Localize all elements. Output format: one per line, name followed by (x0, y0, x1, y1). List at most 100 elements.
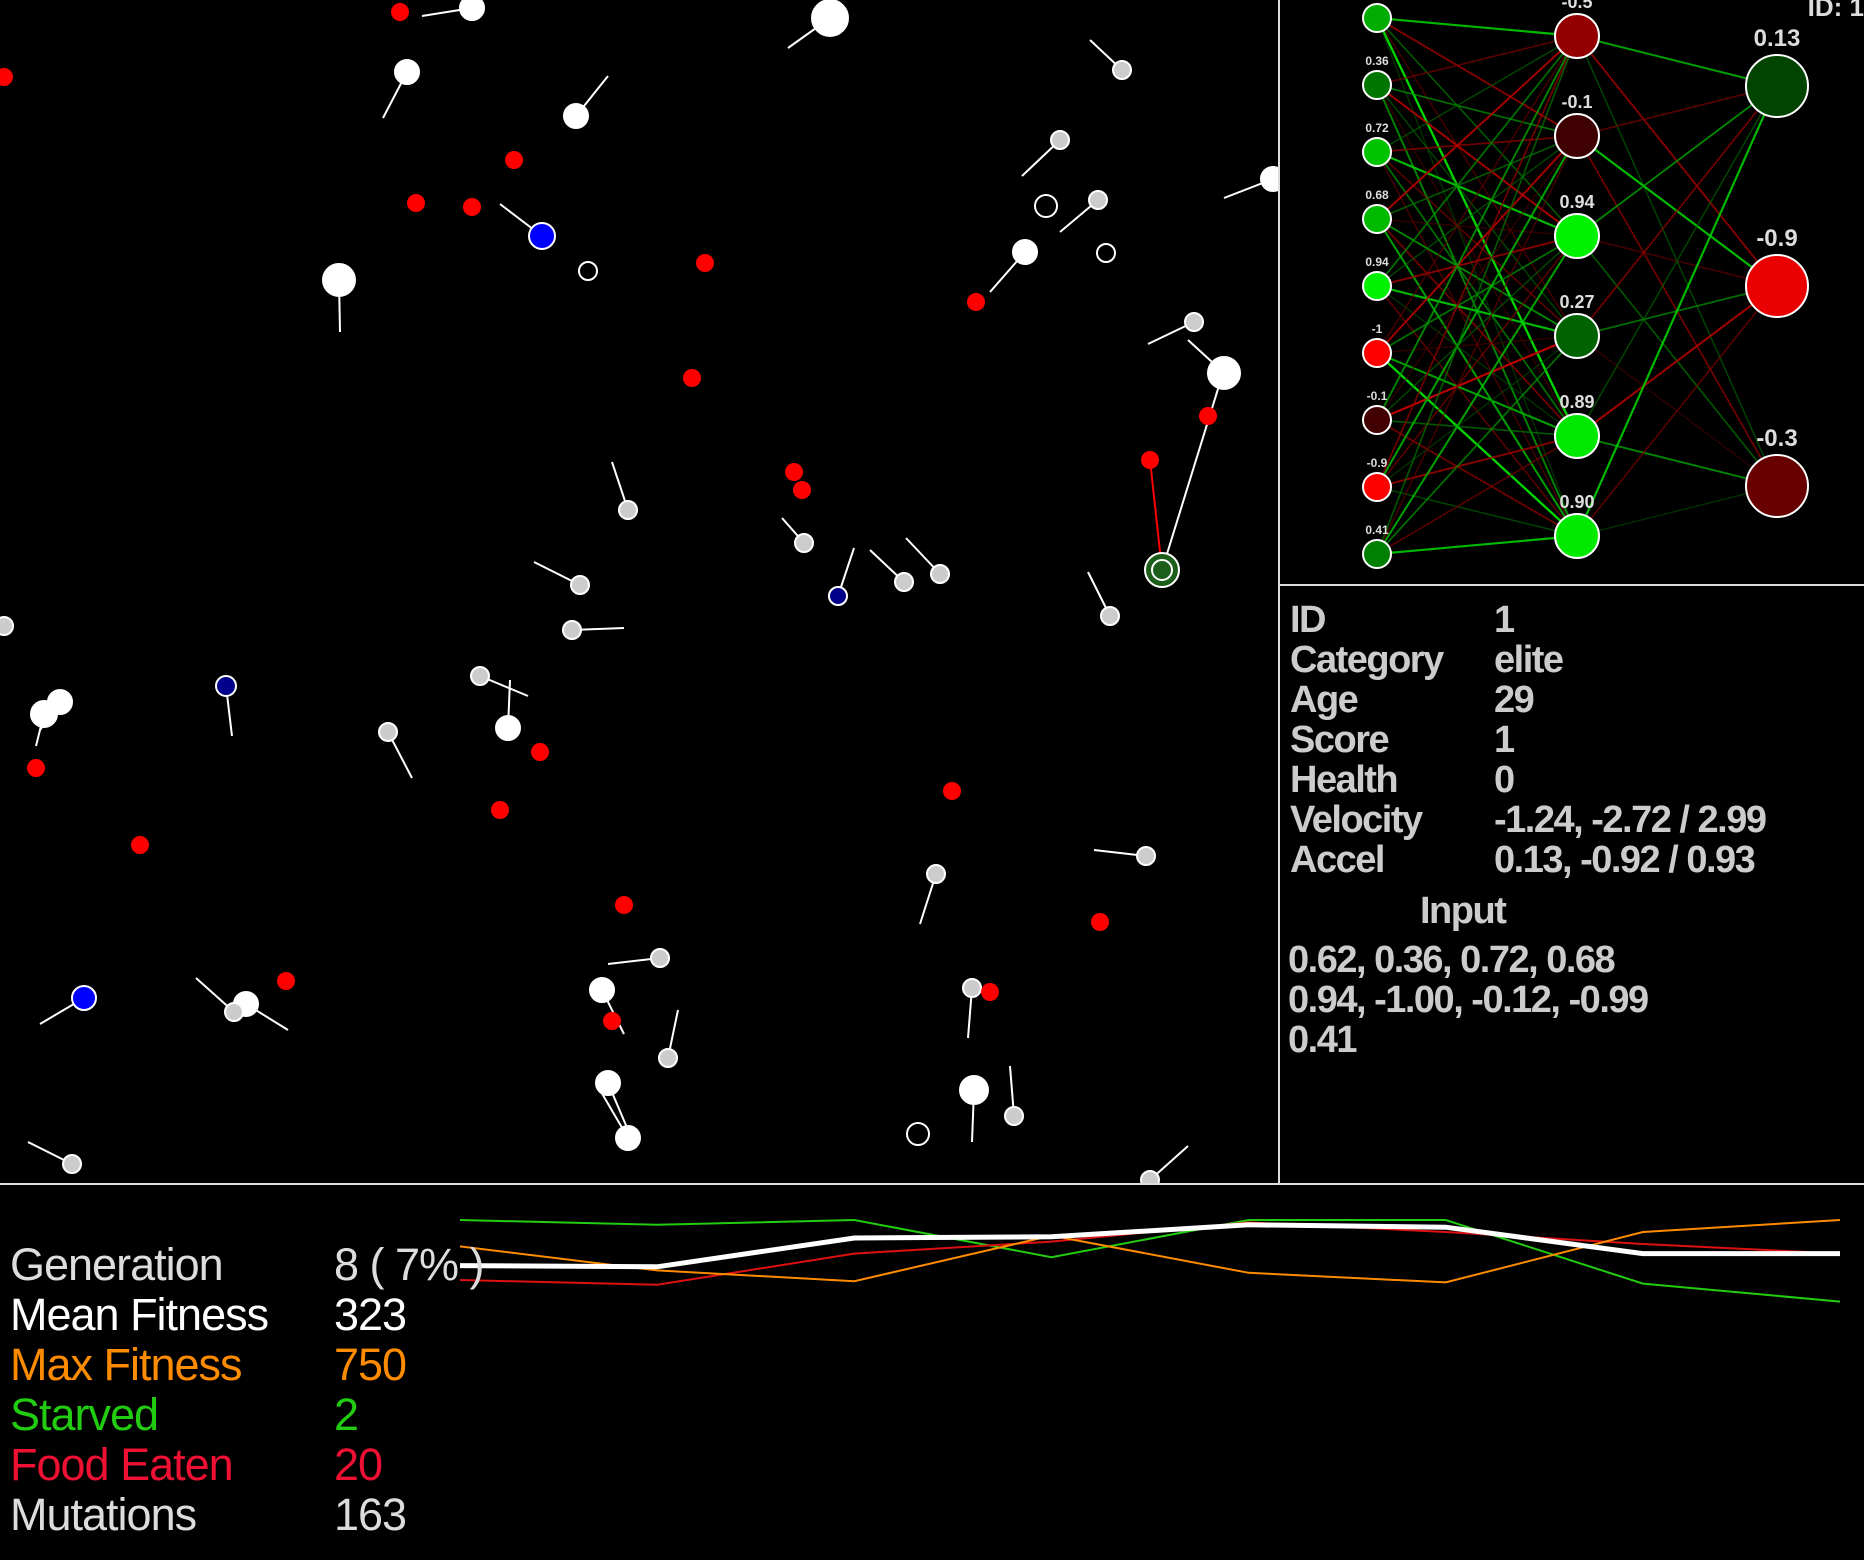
stat-label: Health (1290, 758, 1399, 801)
creature-stats-panel: ID 1 Category elite Age 29 Score 1 Healt… (1290, 598, 1850, 881)
stat-value: 29 (1494, 678, 1535, 721)
history-line-mean-fitness (459, 1222, 1840, 1270)
input-heading: Input (1420, 890, 1507, 932)
network-connection (1376, 335, 1578, 555)
creature-dot (1136, 846, 1156, 866)
network-connection (1576, 85, 1778, 437)
creature-dot (562, 620, 582, 640)
gen-row-food-eaten: Food Eaten 20 (10, 1439, 484, 1490)
input-neuron-label: -0.9 (1367, 456, 1388, 470)
hidden-neuron-label: -0.1 (1561, 92, 1592, 112)
creature-dot (224, 1002, 244, 1022)
stat-row-health: Health 0 (1290, 758, 1850, 801)
input-neuron-label: 0.41 (1365, 523, 1389, 537)
food-pellet (1091, 913, 1109, 931)
input-neuron (1362, 70, 1392, 100)
output-neuron (1745, 254, 1809, 318)
gen-row-mean-fitness: Mean Fitness 323 (10, 1289, 484, 1340)
hidden-neuron-label: 0.90 (1559, 492, 1594, 512)
network-connection (1376, 16, 1578, 38)
food-pellet (615, 896, 633, 914)
stat-value: elite (1494, 638, 1564, 681)
input-neuron (1362, 472, 1392, 502)
gen-row-starved: Starved 2 (10, 1389, 484, 1440)
hidden-neuron-label: 0.94 (1559, 192, 1594, 212)
gen-row-max-fitness: Max Fitness 750 (10, 1339, 484, 1390)
output-neuron-label: -0.9 (1756, 225, 1797, 252)
gen-label: Max Fitness (10, 1339, 243, 1390)
creature-ghost (906, 1122, 930, 1146)
gen-label: Starved (10, 1389, 159, 1440)
creature-dot (962, 978, 982, 998)
gen-label: Generation (10, 1239, 224, 1290)
food-pellet (27, 759, 45, 777)
food-pellet (603, 1012, 621, 1030)
input-values: 0.62, 0.36, 0.72, 0.68 0.94, -1.00, -0.1… (1288, 939, 1649, 1060)
creature-dot (495, 715, 521, 741)
network-connection (1376, 35, 1578, 488)
panel-divider-network (1278, 584, 1864, 586)
hidden-neuron-label: 0.27 (1559, 292, 1594, 312)
stat-label: Category (1290, 638, 1444, 681)
gen-value: 2 (334, 1389, 359, 1440)
stat-label: Velocity (1290, 798, 1423, 841)
creature-dot (378, 722, 398, 742)
gen-label: Mean Fitness (10, 1289, 269, 1340)
gen-row-mutations: Mutations 163 (10, 1489, 484, 1540)
input-neuron-label: 0.62 (1365, 0, 1389, 1)
special-creature-dot (215, 675, 237, 697)
network-connection (1575, 85, 1779, 537)
stat-label: ID (1290, 598, 1327, 641)
gen-value: 163 (334, 1489, 407, 1540)
input-neuron-label: -0.1 (1367, 389, 1388, 403)
stat-label: Age (1290, 678, 1359, 721)
network-connection (1576, 285, 1778, 537)
input-neuron-label: 0.68 (1365, 188, 1389, 202)
creature-dot (595, 1070, 621, 1096)
creature-dot (959, 1075, 989, 1105)
stat-value: 1 (1494, 598, 1515, 641)
network-connection (1576, 85, 1778, 237)
hidden-neuron (1554, 413, 1600, 459)
hidden-neuron-label: -0.5 (1561, 0, 1592, 12)
input-neuron (1362, 338, 1392, 368)
creature-dot (62, 1154, 82, 1174)
stat-row-id: ID 1 (1290, 598, 1850, 641)
creature-dot (926, 864, 946, 884)
food-pellet (981, 983, 999, 1001)
gen-row-generation: Generation 8 ( 7% ) (10, 1239, 485, 1290)
stat-row-score: Score 1 (1290, 718, 1850, 761)
network-connection (1376, 235, 1578, 555)
panel-divider-horizontal (0, 1183, 1864, 1185)
stat-value: 0.13, -0.92 / 0.93 (1494, 838, 1756, 881)
output-neuron-label: -0.3 (1756, 425, 1797, 452)
network-connection (1376, 35, 1578, 287)
creature-dot (615, 1125, 641, 1151)
network-connection (1376, 135, 1578, 354)
gen-value: 8 ( 7% ) (334, 1239, 485, 1290)
network-connection (1376, 335, 1578, 488)
gen-value: 323 (334, 1289, 407, 1340)
input-line: 0.62, 0.36, 0.72, 0.68 (1288, 939, 1616, 981)
food-pellet (277, 972, 295, 990)
gen-label: Mutations (10, 1489, 197, 1540)
gen-label: Food Eaten (10, 1439, 234, 1490)
network-connection (1376, 135, 1578, 555)
gen-value: 20 (334, 1439, 383, 1490)
stat-value: 1 (1494, 718, 1515, 761)
creature-dot (1100, 606, 1120, 626)
input-neuron (1362, 539, 1392, 569)
stat-value: 0 (1494, 758, 1515, 801)
hidden-neuron (1554, 313, 1600, 359)
input-neuron (1362, 271, 1392, 301)
stat-value: -1.24, -2.72 / 2.99 (1494, 798, 1767, 841)
creature-dot (470, 666, 490, 686)
input-neuron-label: 0.94 (1365, 255, 1389, 269)
hidden-neuron (1554, 113, 1600, 159)
stat-row-age: Age 29 (1290, 678, 1850, 721)
stat-label: Accel (1290, 838, 1385, 881)
input-neuron (1362, 405, 1392, 435)
network-connection (1376, 35, 1578, 555)
creature-dot (47, 689, 73, 715)
input-neuron (1362, 204, 1392, 234)
